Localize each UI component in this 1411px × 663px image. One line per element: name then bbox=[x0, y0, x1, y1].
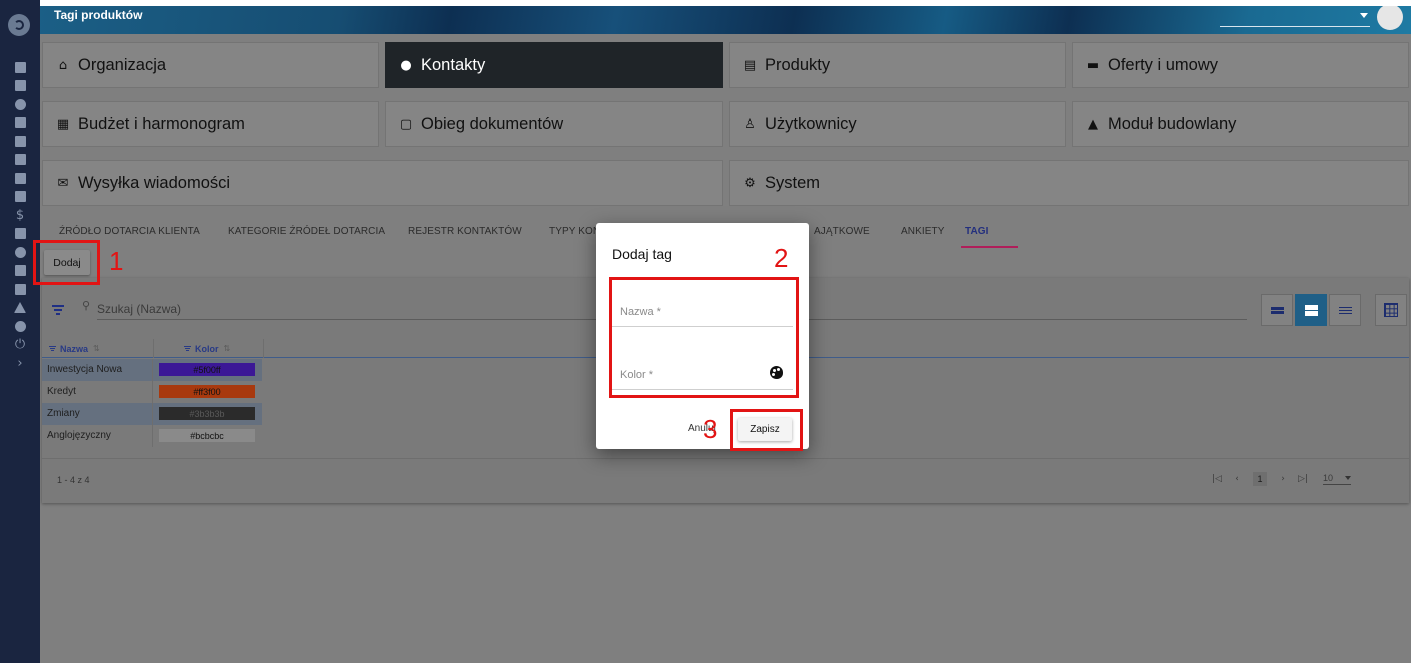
inbox-icon[interactable] bbox=[0, 188, 40, 207]
module-tile-budzet[interactable]: ▦ Budżet i harmonogram bbox=[42, 101, 379, 147]
tag-name: Kredyt bbox=[47, 386, 76, 397]
tab-rejestr-kontaktow[interactable]: REJESTR KONTAKTÓW bbox=[408, 226, 522, 237]
pagination: |◁ ‹ 1 › ▷| 10 bbox=[1207, 471, 1352, 487]
search-icon: ⚲ bbox=[82, 299, 91, 312]
module-tile-produkty[interactable]: ▤ Produkty bbox=[729, 42, 1066, 88]
calendar-icon[interactable] bbox=[0, 77, 40, 96]
module-tile-uzytkownicy[interactable]: ♙ Użytkownicy bbox=[729, 101, 1066, 147]
sort-icon: ⇅ bbox=[93, 344, 100, 353]
sidebar: $ ⏻ › bbox=[0, 0, 40, 663]
module-tile-system[interactable]: ⚙ System bbox=[729, 160, 1409, 206]
prev-page-button[interactable]: ‹ bbox=[1227, 474, 1247, 484]
module-label: Oferty i umowy bbox=[1108, 55, 1219, 74]
app-logo-icon[interactable] bbox=[8, 14, 30, 36]
column-header-nazwa[interactable]: Nazwa ⇅ bbox=[42, 339, 154, 358]
callout-box-1 bbox=[33, 240, 100, 285]
view-dense-button[interactable] bbox=[1329, 294, 1361, 326]
filter-icon bbox=[49, 345, 56, 352]
column-settings-button[interactable] bbox=[1375, 294, 1407, 326]
user-outline-icon: ♙ bbox=[744, 116, 756, 132]
page-title: Tagi produktów bbox=[54, 8, 143, 22]
module-tile-budowlany[interactable]: ▲ Moduł budowlany bbox=[1072, 101, 1409, 147]
callout-number-1: 1 bbox=[109, 246, 124, 276]
grid-icon bbox=[1384, 303, 1398, 317]
tag-color-swatch: #bcbcbc bbox=[159, 429, 255, 442]
tab-kategorie-zrodel[interactable]: KATEGORIE ŹRÓDEŁ DOTARCIA bbox=[228, 226, 385, 237]
module-tile-oferty[interactable]: ▬ Oferty i umowy bbox=[1072, 42, 1409, 88]
people-icon[interactable] bbox=[0, 95, 40, 114]
building-icon[interactable] bbox=[0, 114, 40, 133]
active-tab-indicator bbox=[961, 246, 1018, 248]
chevron-down-icon bbox=[1345, 476, 1352, 480]
table-row[interactable]: Zmiany #3b3b3b bbox=[42, 403, 262, 425]
module-label: Produkty bbox=[765, 55, 831, 74]
folder-icon: ▬ bbox=[1086, 57, 1100, 73]
module-label: Użytkownicy bbox=[765, 114, 857, 133]
pagination-range: 1 - 4 z 4 bbox=[57, 475, 90, 485]
module-tile-wysylka[interactable]: ✉ Wysyłka wiadomości bbox=[42, 160, 723, 206]
tag-name: Inwestycja Nowa bbox=[47, 364, 123, 375]
module-tile-kontakty[interactable]: ● Kontakty bbox=[385, 42, 723, 88]
table-row[interactable]: Inwestycja Nowa #5f00ff bbox=[42, 359, 262, 381]
warning-icon: ▲ bbox=[1088, 116, 1098, 132]
page-size-select[interactable]: 10 bbox=[1323, 473, 1352, 485]
first-page-button[interactable]: |◁ bbox=[1207, 474, 1227, 484]
table-row[interactable]: Kredyt #ff3f00 bbox=[42, 381, 262, 403]
home-icon: ⌂ bbox=[58, 57, 68, 73]
callout-box-3 bbox=[730, 409, 803, 451]
callout-number-2: 2 bbox=[774, 243, 789, 273]
module-tile-obieg[interactable]: ▢ Obieg dokumentów bbox=[385, 101, 723, 147]
briefcase-icon[interactable] bbox=[0, 151, 40, 170]
folder-icon[interactable] bbox=[0, 169, 40, 188]
gear-icon: ⚙ bbox=[744, 175, 756, 191]
tag-name: Anglojęzyczny bbox=[47, 430, 111, 441]
tab-zrodlo-dotarcia[interactable]: ŹRÓDŁO DOTARCIA KLIENTA bbox=[59, 226, 200, 237]
tab-typy-kontaktow[interactable]: TYPY KON bbox=[549, 226, 600, 237]
building-icon: ▦ bbox=[56, 116, 70, 132]
person-icon: ● bbox=[400, 57, 412, 73]
column-header-kolor[interactable]: Kolor ⇅ bbox=[154, 339, 264, 358]
next-page-button[interactable]: › bbox=[1273, 474, 1293, 484]
tab-ankiety[interactable]: ANKIETY bbox=[901, 226, 945, 237]
callout-number-3: 3 bbox=[703, 414, 718, 444]
callout-box-2 bbox=[609, 277, 799, 398]
chevron-right-icon[interactable]: › bbox=[0, 354, 40, 373]
user-select[interactable] bbox=[1220, 9, 1370, 27]
module-label: Kontakty bbox=[421, 55, 486, 74]
current-page[interactable]: 1 bbox=[1253, 472, 1267, 486]
filter-icon bbox=[184, 345, 191, 352]
power-icon[interactable]: ⏻ bbox=[0, 336, 40, 355]
tag-color-swatch: #5f00ff bbox=[159, 363, 255, 376]
chevron-down-icon bbox=[1360, 13, 1368, 18]
last-page-button[interactable]: ▷| bbox=[1293, 474, 1313, 484]
tag-color-swatch: #3b3b3b bbox=[159, 407, 255, 420]
tab-tagi[interactable]: TAGI bbox=[965, 226, 989, 237]
gear-icon[interactable] bbox=[0, 317, 40, 336]
sort-icon: ⇅ bbox=[223, 344, 231, 353]
module-label: Wysyłka wiadomości bbox=[78, 173, 231, 192]
store-icon[interactable] bbox=[0, 132, 40, 151]
table-row[interactable]: Anglojęzyczny #bcbcbc bbox=[42, 425, 262, 447]
dollar-icon[interactable]: $ bbox=[0, 206, 40, 225]
dashboard-icon[interactable] bbox=[0, 58, 40, 77]
module-tile-organizacja[interactable]: ⌂ Organizacja bbox=[42, 42, 379, 88]
view-default-button[interactable] bbox=[1295, 294, 1327, 326]
module-label: Obieg dokumentów bbox=[421, 114, 564, 133]
filter-icon[interactable] bbox=[52, 305, 64, 317]
dialog-title: Dodaj tag bbox=[612, 246, 672, 262]
avatar[interactable] bbox=[1377, 4, 1403, 30]
mail-icon: ✉ bbox=[57, 175, 69, 191]
module-label: System bbox=[765, 173, 821, 192]
module-label: Budżet i harmonogram bbox=[78, 114, 245, 133]
module-label: Organizacja bbox=[78, 55, 167, 74]
module-label: Moduł budowlany bbox=[1108, 114, 1237, 133]
warning-icon[interactable] bbox=[0, 299, 40, 318]
caption-strip bbox=[0, 0, 1411, 6]
tag-name: Zmiany bbox=[47, 408, 80, 419]
inbox-icon: ▢ bbox=[399, 116, 413, 132]
view-compact-button[interactable] bbox=[1261, 294, 1293, 326]
tag-color-swatch: #ff3f00 bbox=[159, 385, 255, 398]
store-icon: ▤ bbox=[743, 57, 757, 73]
tab-majatkowe[interactable]: AJĄTKOWE bbox=[814, 226, 870, 237]
